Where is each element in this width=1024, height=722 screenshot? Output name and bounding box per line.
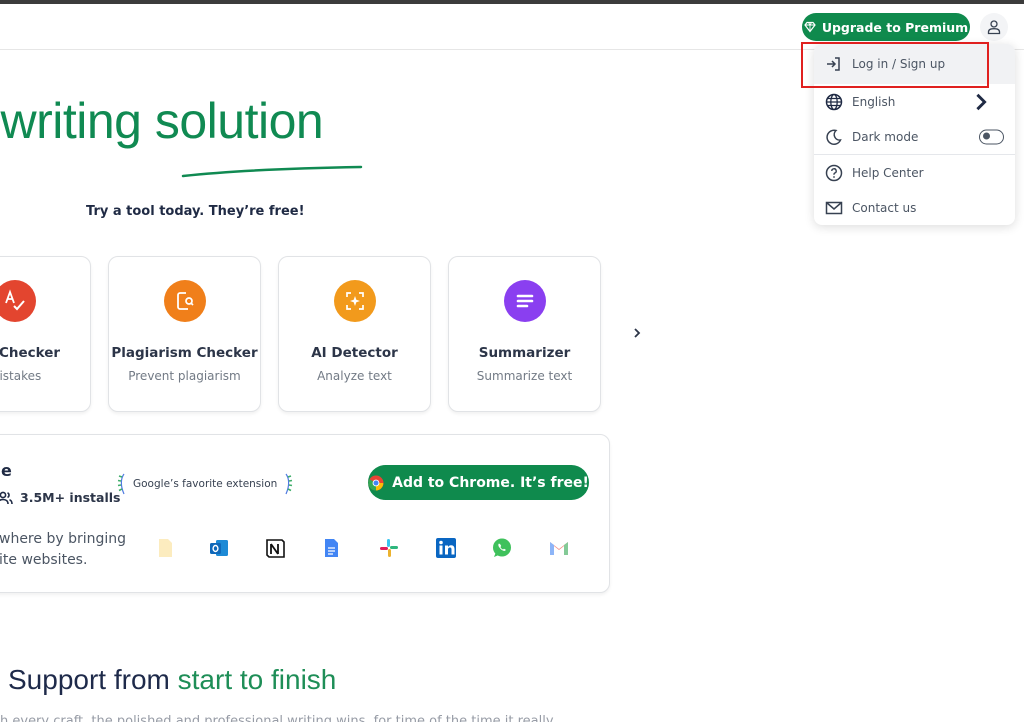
- upgrade-premium-button[interactable]: Upgrade to Premium: [802, 13, 970, 41]
- outlook-icon[interactable]: [208, 537, 230, 559]
- slack-icon[interactable]: [378, 537, 400, 559]
- laurel-left-icon: [117, 473, 125, 495]
- help-circle-icon: [825, 164, 843, 181]
- google-favorite-badge: Google’s favorite extension: [117, 473, 293, 495]
- tool-card-summarizer[interactable]: Summarizer Summarize text: [448, 256, 601, 412]
- extension-desc-line-1: where by bringing: [0, 531, 127, 547]
- gmail-icon[interactable]: [548, 537, 570, 559]
- google-keep-icon[interactable]: [154, 537, 176, 559]
- support-section-title: Support from start to finish: [8, 664, 336, 696]
- notion-icon[interactable]: [264, 537, 286, 559]
- menu-item-login[interactable]: Log in / Sign up: [814, 44, 1015, 84]
- hero-title: mplete writing solution: [0, 92, 323, 150]
- tool-card-ai-detector[interactable]: AI Detector Analyze text: [278, 256, 431, 412]
- tool-card-plagiarism-checker[interactable]: Plagiarism Checker Prevent plagiarism: [108, 256, 261, 412]
- tool-name: Plagiarism Checker: [111, 345, 258, 361]
- tool-card-grammar-checker[interactable]: nar Checker mistakes: [0, 256, 91, 412]
- hand-drawn-underline: [181, 165, 363, 178]
- chevron-right-icon: [976, 93, 987, 110]
- extension-desc-line-2: ite websites.: [0, 552, 88, 568]
- grammar-check-icon: [0, 280, 36, 322]
- hero-subtitle: Try a tool today. They’re free!: [86, 204, 305, 219]
- account-menu: Log in / Sign up English Dark mode Help …: [814, 44, 1015, 225]
- google-docs-icon[interactable]: [320, 537, 342, 559]
- chrome-icon: [368, 475, 384, 491]
- plagiarism-search-icon: [163, 280, 206, 322]
- tool-name: AI Detector: [311, 345, 398, 361]
- add-to-chrome-label: Add to Chrome. It’s free!: [392, 474, 589, 491]
- menu-item-help-center[interactable]: Help Center: [814, 155, 1015, 190]
- chevron-right-icon: [634, 328, 641, 338]
- carousel-next-button[interactable]: [628, 323, 646, 343]
- linkedin-icon[interactable]: [435, 537, 457, 559]
- globe-icon: [825, 93, 843, 110]
- support-title-dark: Support from: [8, 664, 178, 695]
- diamond-icon: [804, 21, 816, 33]
- menu-item-language[interactable]: English: [814, 84, 1015, 119]
- extension-description: where by bringing ite websites.: [0, 529, 126, 571]
- mail-icon: [825, 201, 843, 214]
- moon-icon: [826, 128, 842, 145]
- menu-item-dark-mode[interactable]: Dark mode: [814, 119, 1015, 154]
- users-icon: [0, 491, 13, 504]
- installs-count: 3.5M+ installs: [0, 490, 120, 505]
- support-title-green: start to finish: [177, 664, 337, 695]
- menu-item-contact-us-label: Contact us: [852, 200, 917, 215]
- menu-item-login-label: Log in / Sign up: [852, 57, 946, 71]
- tool-desc: Prevent plagiarism: [128, 369, 241, 383]
- add-to-chrome-button[interactable]: Add to Chrome. It’s free!: [368, 465, 589, 500]
- laurel-right-icon: [285, 473, 293, 495]
- extension-title: e: [1, 461, 12, 480]
- tool-desc: Analyze text: [317, 369, 392, 383]
- upgrade-premium-label: Upgrade to Premium: [821, 19, 969, 35]
- tool-desc: mistakes: [0, 369, 42, 383]
- summary-lines-icon: [503, 280, 546, 322]
- menu-item-contact-us[interactable]: Contact us: [814, 190, 1015, 225]
- google-favorite-label: Google’s favorite extension: [133, 478, 278, 490]
- menu-item-dark-mode-label: Dark mode: [852, 129, 919, 144]
- whatsapp-icon[interactable]: [491, 537, 513, 559]
- dark-mode-toggle[interactable]: [979, 129, 1004, 144]
- ai-sparkle-icon: [333, 280, 376, 322]
- tool-name: Summarizer: [478, 345, 571, 361]
- tool-desc: Summarize text: [476, 369, 573, 383]
- menu-item-help-center-label: Help Center: [852, 165, 924, 180]
- hero-title-green: writing solution: [0, 93, 324, 149]
- menu-item-language-label: English: [852, 94, 896, 109]
- tool-name: nar Checker: [0, 345, 61, 361]
- chrome-extension-card: e 3.5M+ installs Google’s favorite exten…: [0, 434, 610, 593]
- installs-label: 3.5M+ installs: [20, 490, 121, 505]
- login-icon: [827, 57, 840, 71]
- account-button[interactable]: [980, 13, 1008, 41]
- support-section-body: h every craft, the polished and professi…: [0, 714, 554, 722]
- user-icon: [987, 20, 1001, 35]
